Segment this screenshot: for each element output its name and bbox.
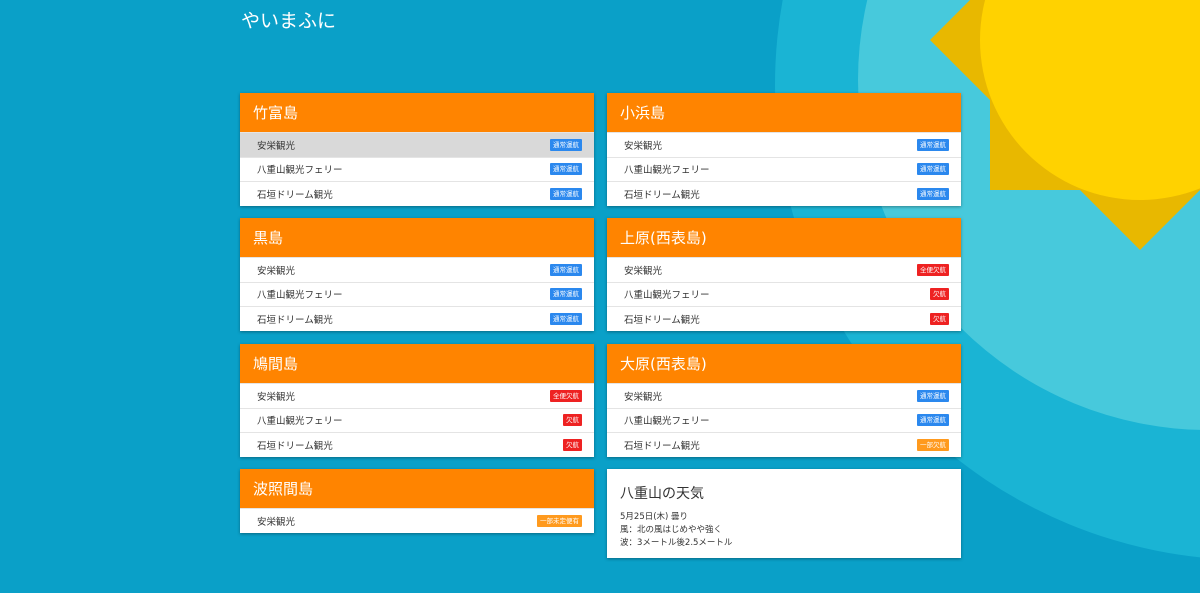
- route-row[interactable]: 石垣ドリーム観光 欠航: [240, 432, 594, 457]
- status-badge: 通常運航: [550, 138, 582, 151]
- company-name: 安栄観光: [257, 140, 296, 152]
- route-row[interactable]: 八重山観光フェリー 通常運航: [607, 407, 961, 433]
- island-name: 上原(西表島): [607, 218, 961, 257]
- route-row[interactable]: 八重山観光フェリー 通常運航: [607, 156, 961, 182]
- company-name: 石垣ドリーム観光: [257, 440, 333, 452]
- status-badge: 欠航: [563, 414, 582, 427]
- company-name: 石垣ドリーム観光: [624, 189, 700, 201]
- background-sun-decoration: [0, 0, 1200, 593]
- company-name: 安栄観光: [257, 391, 296, 403]
- island-card-kohama: 小浜島 安栄観光 通常運航 八重山観光フェリー 通常運航 石垣ドリーム観光 通常…: [607, 93, 961, 206]
- status-badge: 通常運航: [917, 414, 949, 427]
- route-row[interactable]: 石垣ドリーム観光 通常運航: [240, 306, 594, 331]
- weather-date: 5月25日(木) 曇り: [620, 512, 689, 522]
- route-row[interactable]: 八重山観光フェリー 欠航: [240, 407, 594, 433]
- app-title: やいまふに: [241, 10, 337, 32]
- company-name: 八重山観光フェリー: [257, 290, 343, 302]
- status-badge: 一部未定便有: [537, 514, 582, 527]
- weather-title: 八重山の天気: [620, 486, 704, 502]
- company-name: 石垣ドリーム観光: [624, 440, 700, 452]
- route-row[interactable]: 安栄観光 通常運航: [240, 257, 594, 282]
- route-row[interactable]: 八重山観光フェリー 通常運航: [240, 281, 594, 307]
- route-row[interactable]: 安栄観光 通常運航: [240, 132, 594, 157]
- status-badge: 通常運航: [917, 187, 949, 200]
- route-row[interactable]: 石垣ドリーム観光 通常運航: [607, 181, 961, 206]
- route-row[interactable]: 石垣ドリーム観光 一部欠航: [607, 432, 961, 457]
- company-name: 八重山観光フェリー: [257, 416, 343, 428]
- status-badge: 通常運航: [917, 138, 949, 151]
- island-card-taketomi: 竹富島 安栄観光 通常運航 八重山観光フェリー 通常運航 石垣ドリーム観光 通常…: [240, 93, 594, 206]
- weather-card: 八重山の天気 5月25日(木) 曇り 風：北の風はじめやや強く 波：3メートル後…: [607, 469, 961, 558]
- company-name: 安栄観光: [624, 265, 663, 277]
- company-name: 安栄観光: [624, 391, 663, 403]
- island-name: 小浜島: [607, 93, 961, 132]
- route-row[interactable]: 石垣ドリーム観光 通常運航: [240, 181, 594, 206]
- status-badge: 欠航: [563, 438, 582, 451]
- status-badge: 全便欠航: [917, 263, 949, 276]
- island-card-kuroshima: 黒島 安栄観光 通常運航 八重山観光フェリー 通常運航 石垣ドリーム観光 通常運…: [240, 218, 594, 331]
- weather-wave: 波：3メートル後2.5メートル: [620, 538, 733, 548]
- status-badge: 通常運航: [550, 312, 582, 325]
- status-badge: 欠航: [930, 288, 949, 301]
- route-row[interactable]: 安栄観光 全便欠航: [607, 257, 961, 282]
- island-card-hatoma: 鳩間島 安栄観光 全便欠航 八重山観光フェリー 欠航 石垣ドリーム観光 欠航: [240, 344, 594, 457]
- company-name: 安栄観光: [257, 265, 296, 277]
- island-name: 大原(西表島): [607, 344, 961, 383]
- status-badge: 一部欠航: [917, 438, 949, 451]
- route-row[interactable]: 安栄観光 一部未定便有: [240, 508, 594, 533]
- company-name: 石垣ドリーム観光: [257, 314, 333, 326]
- island-card-hateruma: 波照間島 安栄観光 一部未定便有: [240, 469, 594, 533]
- company-name: 八重山観光フェリー: [624, 290, 710, 302]
- route-row[interactable]: 八重山観光フェリー 欠航: [607, 281, 961, 307]
- company-name: 八重山観光フェリー: [257, 165, 343, 177]
- route-row[interactable]: 石垣ドリーム観光 欠航: [607, 306, 961, 331]
- weather-wind: 風：北の風はじめやや強く: [620, 525, 723, 535]
- company-name: 石垣ドリーム観光: [624, 314, 700, 326]
- status-badge: 通常運航: [550, 263, 582, 276]
- status-badge: 通常運航: [917, 163, 949, 176]
- status-badge: 通常運航: [550, 187, 582, 200]
- route-row[interactable]: 八重山観光フェリー 通常運航: [240, 156, 594, 182]
- route-row[interactable]: 安栄観光 通常運航: [607, 383, 961, 408]
- status-badge: 通常運航: [550, 288, 582, 301]
- company-name: 八重山観光フェリー: [624, 165, 710, 177]
- island-name: 鳩間島: [240, 344, 594, 383]
- status-badge: 通常運航: [550, 163, 582, 176]
- company-name: 石垣ドリーム観光: [257, 189, 333, 201]
- company-name: 八重山観光フェリー: [624, 416, 710, 428]
- island-name: 黒島: [240, 218, 594, 257]
- island-name: 竹富島: [240, 93, 594, 132]
- island-card-ohara: 大原(西表島) 安栄観光 通常運航 八重山観光フェリー 通常運航 石垣ドリーム観…: [607, 344, 961, 457]
- company-name: 安栄観光: [624, 140, 663, 152]
- route-row[interactable]: 安栄観光 全便欠航: [240, 383, 594, 408]
- status-badge: 通常運航: [917, 389, 949, 402]
- status-badge: 欠航: [930, 312, 949, 325]
- status-badge: 全便欠航: [550, 389, 582, 402]
- island-card-uehara: 上原(西表島) 安栄観光 全便欠航 八重山観光フェリー 欠航 石垣ドリーム観光 …: [607, 218, 961, 331]
- company-name: 安栄観光: [257, 516, 296, 528]
- route-row[interactable]: 安栄観光 通常運航: [607, 132, 961, 157]
- island-name: 波照間島: [240, 469, 594, 508]
